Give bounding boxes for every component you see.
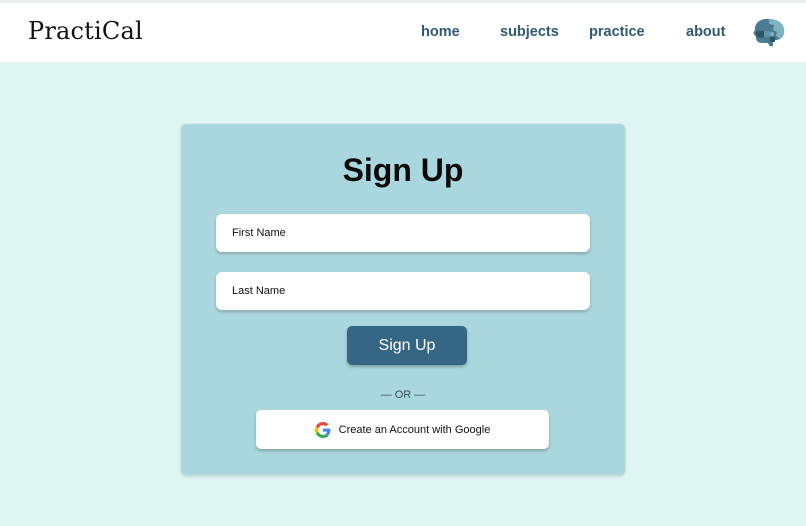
sign-up-button[interactable]: Sign Up [347,326,467,365]
puzzle-brain-icon[interactable] [750,16,788,48]
nav-link-subjects[interactable]: subjects [500,24,559,40]
last-name-input[interactable] [216,272,590,310]
google-signup-button[interactable]: Create an Account with Google [256,410,549,449]
google-signup-label: Create an Account with Google [338,423,491,436]
signup-title: Sign Up [342,152,464,188]
first-name-input[interactable] [216,214,590,252]
nav-link-home[interactable]: home [421,24,460,40]
or-separator: — OR — [380,389,426,401]
top-navbar: PractiCal home subjects practice about [0,3,806,62]
site-logo[interactable]: PractiCal [28,17,143,45]
google-icon [314,421,331,438]
nav-link-about[interactable]: about [686,24,725,40]
nav-link-practice[interactable]: practice [589,24,645,40]
signup-card: Sign Up Sign Up — OR — Create an Account… [181,124,625,475]
